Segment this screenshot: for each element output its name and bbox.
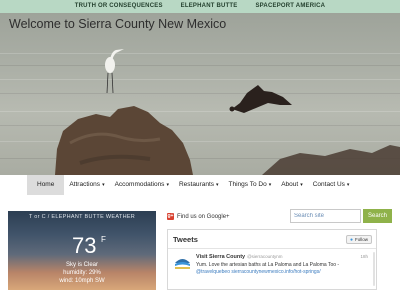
weather-unit: F bbox=[101, 235, 106, 244]
top-link-spaceport-america[interactable]: SPACEPORT AMERICA bbox=[255, 0, 325, 13]
search-button[interactable]: Search bbox=[363, 209, 392, 223]
hero-photo bbox=[55, 49, 400, 175]
divider bbox=[168, 248, 376, 249]
search-input[interactable] bbox=[290, 209, 361, 223]
nav-item-things-to-do[interactable]: Things To Do ▾ bbox=[224, 175, 277, 195]
chevron-down-icon: ▾ bbox=[268, 182, 272, 188]
hero-banner: Welcome to Sierra County New Mexico bbox=[0, 13, 400, 175]
tweet-author[interactable]: Visit Sierra County @sierracountynm bbox=[196, 254, 282, 260]
weather-wind: wind: 10mph SW bbox=[59, 278, 105, 284]
tweets-heading: Tweets bbox=[173, 235, 198, 244]
weather-title: T or C / ELEPHANT BUTTE WEATHER bbox=[28, 214, 136, 220]
egret-body bbox=[105, 57, 115, 73]
weather-temperature: 73 bbox=[72, 233, 97, 258]
top-links-bar: TRUTH OR CONSEQUENCES ELEPHANT BUTTE SPA… bbox=[0, 0, 400, 13]
weather-condition: Sky is Clear bbox=[65, 262, 98, 268]
nav-item-contact-us[interactable]: Contact Us ▾ bbox=[308, 175, 355, 195]
tweet-handle: @sierracountynm bbox=[247, 254, 283, 259]
google-plus-label: Find us on Google+ bbox=[177, 213, 230, 220]
chevron-down-icon: ▾ bbox=[102, 182, 105, 188]
site-title: Welcome to Sierra County New Mexico bbox=[9, 17, 227, 31]
follow-button[interactable]: ● Follow bbox=[345, 235, 372, 244]
google-plus-link[interactable]: g+ Find us on Google+ bbox=[167, 213, 230, 220]
nav-item-label: About bbox=[281, 181, 299, 188]
nav-item-label: Things To Do bbox=[228, 181, 267, 188]
chevron-down-icon: ▾ bbox=[346, 182, 350, 188]
tweets-scrollbar[interactable] bbox=[373, 252, 375, 286]
follow-label: Follow bbox=[354, 237, 368, 242]
nav-item-label: Restaurants bbox=[178, 181, 214, 188]
main-nav: Home Attractions ▾ Accommodations ▾ Restau… bbox=[27, 175, 397, 195]
tweets-widget: Tweets ● Follow Visit Sierra County @sier… bbox=[167, 229, 377, 290]
nav-item-label: Attractions bbox=[69, 181, 101, 188]
nav-item-label: Home bbox=[37, 181, 55, 188]
weather-widget: T or C / ELEPHANT BUTTE WEATHER 73 F Sky… bbox=[8, 211, 156, 290]
tweet-text: Yum. Love the artesian baths at La Palom… bbox=[196, 262, 371, 275]
chevron-down-icon: ▾ bbox=[216, 182, 219, 188]
nav-item-home[interactable]: Home bbox=[27, 175, 65, 195]
nav-item-attractions[interactable]: Attractions ▾ bbox=[64, 175, 109, 195]
avatar[interactable] bbox=[173, 254, 192, 271]
chevron-down-icon: ▾ bbox=[166, 182, 169, 188]
tweet-time[interactable]: 18h bbox=[360, 254, 368, 259]
top-link-truth-or-consequences[interactable]: TRUTH OR CONSEQUENCES bbox=[75, 0, 163, 13]
twitter-bird-icon: ● bbox=[349, 236, 353, 243]
nav-item-label: Contact Us bbox=[312, 181, 345, 188]
nav-item-about[interactable]: About ▾ bbox=[276, 175, 308, 195]
nav-item-restaurants[interactable]: Restaurants ▾ bbox=[174, 175, 224, 195]
nav-item-label: Accommodations bbox=[114, 181, 165, 188]
cormorant bbox=[232, 85, 292, 113]
nav-item-accommodations[interactable]: Accommodations ▾ bbox=[110, 175, 174, 195]
top-link-elephant-butte[interactable]: ELEPHANT BUTTE bbox=[181, 0, 238, 13]
chevron-down-icon: ▾ bbox=[300, 182, 303, 188]
tweet-link[interactable]: @travelquebeo sierracountynewmexico.info… bbox=[196, 269, 321, 275]
tweet-body: Yum. Love the artesian baths at La Palom… bbox=[196, 262, 340, 268]
weather-humidity: humidity: 29% bbox=[63, 270, 101, 276]
tweet-author-name: Visit Sierra County bbox=[196, 254, 246, 260]
google-plus-icon: g+ bbox=[167, 213, 174, 220]
